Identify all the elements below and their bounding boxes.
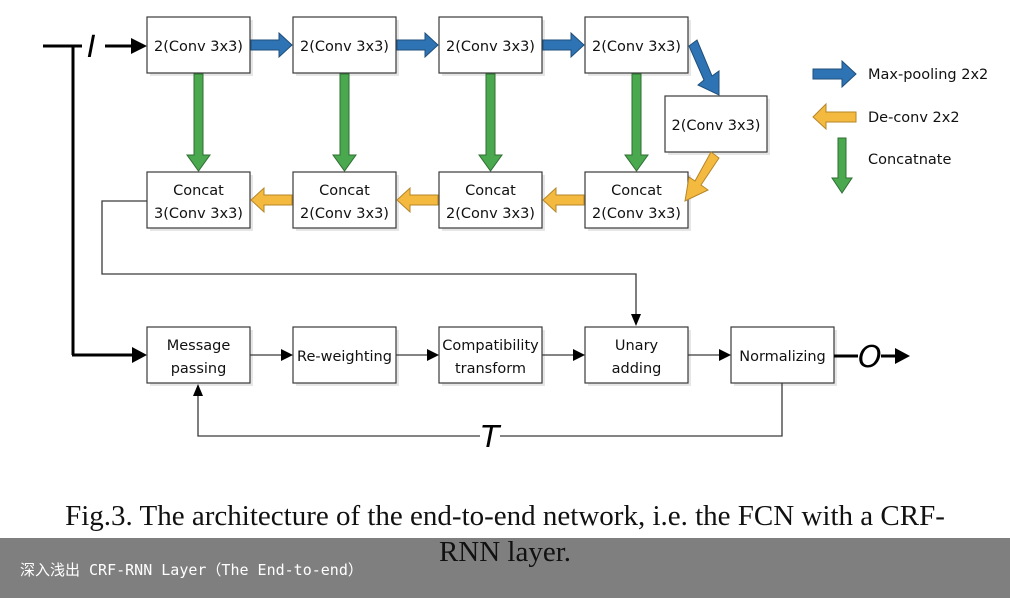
crf-block-line1: Normalizing — [739, 349, 826, 365]
decoder-block-line1: Concat — [611, 183, 662, 199]
concat-arrow-icon — [186, 73, 211, 172]
legend-label: De-conv 2x2 — [868, 110, 960, 126]
concat-arrow-icon — [624, 73, 649, 172]
deconv-arrow-icon — [250, 186, 293, 214]
output-label: O — [858, 340, 882, 375]
decoder-block-2: Concat 2(Conv 3x3) — [292, 171, 399, 231]
encoder-block-4: 2(Conv 3x3) — [584, 16, 691, 76]
crf-block-line2: passing — [171, 361, 227, 377]
decoder-block-line1: Concat — [173, 183, 224, 199]
figure-caption: Fig.3. The architecture of the end-to-en… — [0, 498, 1010, 570]
output-arrowhead — [895, 348, 910, 364]
legend-item-deconv: De-conv 2x2 — [812, 102, 960, 131]
decoder-block-3: Concat 2(Conv 3x3) — [438, 171, 545, 231]
encoder-block-3: 2(Conv 3x3) — [438, 16, 545, 76]
crf-block-line1: Re-weighting — [297, 349, 392, 365]
decoder-block-4: Concat 2(Conv 3x3) — [584, 171, 691, 231]
encoder-block-label: 2(Conv 3x3) — [592, 39, 681, 55]
deconv-arrow-icon — [542, 186, 585, 214]
arrowhead-icon — [719, 349, 731, 361]
encoder-block-label: 2(Conv 3x3) — [300, 39, 389, 55]
crf-block-line2: adding — [612, 361, 662, 377]
input-arrowhead — [131, 38, 147, 54]
yellow-left-arrow-icon — [812, 102, 857, 131]
decoder-block-line2: 2(Conv 3x3) — [300, 206, 389, 222]
decoder-block-1: Concat 3(Conv 3x3) — [146, 171, 253, 231]
encoder-block-label: 2(Conv 3x3) — [154, 39, 243, 55]
crf-block-message-passing: Message passing — [146, 326, 253, 386]
encoder-block-2: 2(Conv 3x3) — [292, 16, 399, 76]
blue-right-arrow-icon — [812, 59, 857, 89]
crf-block-unary-adding: Unary adding — [584, 326, 691, 386]
caption-line-1: Fig.3. The architecture of the end-to-en… — [65, 500, 945, 532]
legend-item-maxpool: Max-pooling 2x2 — [812, 59, 988, 89]
crf-block-line2: transform — [455, 361, 526, 377]
architecture-diagram: I 2(Conv 3x3) 2(Conv 3x3) 2(Conv 3x3) 2(… — [43, 16, 988, 455]
arrowhead-icon — [281, 349, 293, 361]
unary-input-arrowhead — [631, 314, 641, 326]
green-down-arrow-icon — [831, 137, 853, 194]
encoder-block-label: 2(Conv 3x3) — [446, 39, 535, 55]
maxpool-arrow-icon — [250, 31, 293, 59]
loop-label: T — [481, 420, 502, 455]
input-to-crf-arrowhead — [132, 347, 147, 363]
maxpool-arrow-icon — [396, 31, 439, 59]
crf-block-reweighting: Re-weighting — [292, 326, 399, 386]
crf-block-line1: Message — [167, 338, 231, 354]
encoder-block-1: 2(Conv 3x3) — [146, 16, 253, 76]
decoder-block-line1: Concat — [319, 183, 370, 199]
bottleneck-label: 2(Conv 3x3) — [672, 118, 761, 134]
crf-block-line1: Compatibility — [442, 338, 539, 354]
arrowhead-icon — [427, 349, 439, 361]
caption-line-2: RNN layer. — [438, 536, 572, 568]
bottleneck-block: 2(Conv 3x3) — [664, 95, 770, 155]
crf-block-normalizing: Normalizing — [730, 326, 837, 386]
maxpool-arrow-icon — [688, 39, 720, 96]
decoder-block-line2: 2(Conv 3x3) — [592, 206, 681, 222]
legend-label: Max-pooling 2x2 — [868, 67, 988, 83]
maxpool-arrow-icon — [542, 31, 585, 59]
crf-row: Message passing Re-weighting Compatibili… — [146, 326, 837, 386]
crf-block-compatibility: Compatibility transform — [438, 326, 545, 386]
legend: Max-pooling 2x2 De-conv 2x2 Concatnate — [812, 59, 988, 194]
legend-label: Concatnate — [868, 152, 951, 168]
input-label: I — [87, 30, 96, 65]
concat-arrow-icon — [478, 73, 503, 172]
legend-item-concat: Concatnate — [831, 137, 951, 194]
crf-block-line1: Unary — [615, 338, 659, 354]
arrowhead-icon — [573, 349, 585, 361]
decoder-block-line1: Concat — [465, 183, 516, 199]
decoder-block-line2: 3(Conv 3x3) — [154, 206, 243, 222]
concat-arrow-icon — [332, 73, 357, 172]
concat-arrows — [186, 73, 649, 172]
deconv-arrow-icon — [396, 186, 439, 214]
decoder-block-line2: 2(Conv 3x3) — [446, 206, 535, 222]
